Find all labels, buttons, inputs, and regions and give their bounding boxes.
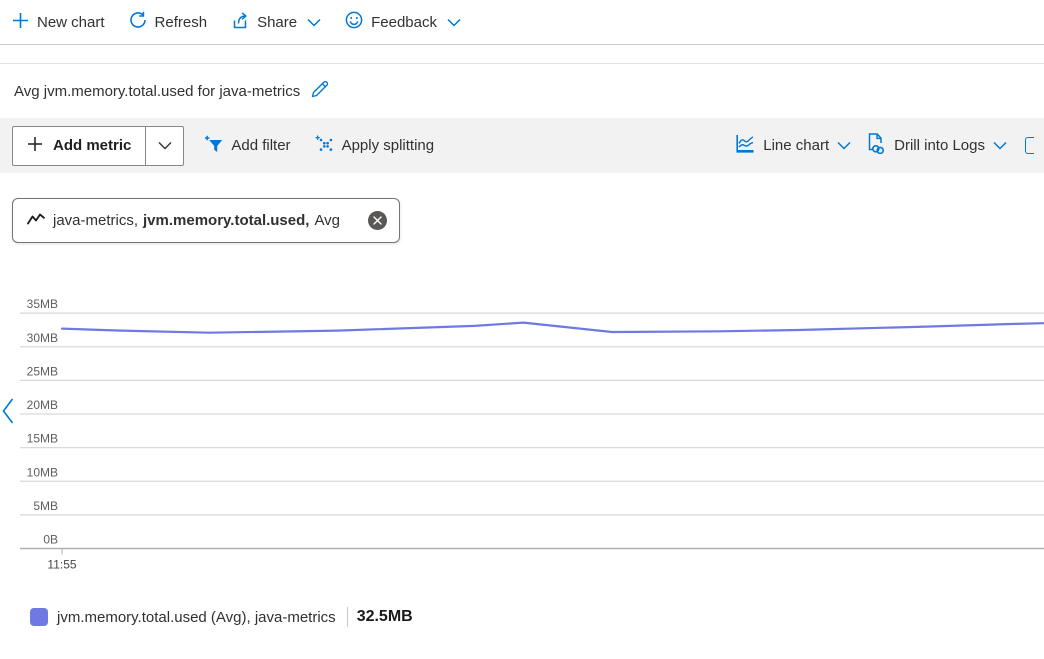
- add-metric-label: Add metric: [53, 137, 131, 154]
- smiley-icon: [345, 11, 363, 33]
- close-icon: [373, 213, 382, 228]
- svg-text:30MB: 30MB: [27, 331, 58, 345]
- drill-logs-icon: [867, 133, 886, 158]
- share-label: Share: [257, 14, 297, 31]
- new-chart-label: New chart: [37, 14, 105, 31]
- feedback-label: Feedback: [371, 14, 437, 31]
- share-button[interactable]: Share: [231, 12, 321, 33]
- refresh-label: Refresh: [155, 14, 208, 31]
- new-chart-button[interactable]: New chart: [12, 12, 105, 33]
- add-filter-label: Add filter: [231, 137, 290, 154]
- add-metric-dropdown[interactable]: [145, 127, 183, 165]
- feedback-button[interactable]: Feedback: [345, 11, 461, 33]
- share-icon: [231, 12, 249, 33]
- svg-text:35MB: 35MB: [27, 297, 58, 311]
- svg-text:25MB: 25MB: [27, 364, 58, 378]
- chart-type-label: Line chart: [763, 137, 829, 154]
- sparkline-icon: [27, 212, 45, 229]
- svg-text:15MB: 15MB: [27, 432, 58, 446]
- svg-text:0B: 0B: [43, 533, 58, 547]
- refresh-button[interactable]: Refresh: [129, 11, 208, 33]
- legend-value: 32.5MB: [357, 608, 413, 626]
- clipped-toolbar-icon[interactable]: [1025, 137, 1034, 154]
- chart-title-row: Avg jvm.memory.total.used for java-metri…: [0, 63, 1044, 118]
- metric-pill-text: java-metrics, jvm.memory.total.used, Avg: [53, 212, 340, 229]
- chart-type-selector[interactable]: Line chart: [735, 134, 851, 157]
- plus-icon: [12, 12, 29, 33]
- metrics-line-chart[interactable]: 35MB 30MB 25MB 20MB 15MB 10MB 5MB 0B 11:55: [0, 295, 1044, 585]
- metric-pill-metric: jvm.memory.total.used,: [143, 212, 309, 229]
- edit-pencil-icon[interactable]: [310, 79, 331, 103]
- svg-text:5MB: 5MB: [33, 499, 58, 513]
- add-metric-main[interactable]: Add metric: [13, 127, 145, 165]
- apply-splitting-button[interactable]: Apply splitting: [315, 135, 435, 156]
- drill-into-logs-label: Drill into Logs: [894, 137, 985, 154]
- chevron-down-icon: [158, 137, 172, 154]
- remove-metric-button[interactable]: [368, 211, 387, 230]
- chevron-down-icon: [993, 137, 1007, 154]
- apply-splitting-label: Apply splitting: [342, 137, 435, 154]
- chevron-down-icon: [447, 14, 461, 31]
- toolbar-right-group: Line chart Drill into Logs: [735, 133, 1034, 158]
- chevron-down-icon: [307, 14, 321, 31]
- command-bar: New chart Refresh Share Feedback: [0, 0, 1044, 45]
- add-metric-button: Add metric: [12, 126, 184, 166]
- metric-pill-resource: java-metrics,: [53, 212, 138, 229]
- drill-into-logs-button[interactable]: Drill into Logs: [867, 133, 1007, 158]
- metric-pill[interactable]: java-metrics, jvm.memory.total.used, Avg: [12, 198, 400, 243]
- add-filter-button[interactable]: Add filter: [204, 135, 290, 157]
- filter-add-icon: [204, 135, 223, 157]
- legend-swatch: [30, 608, 48, 626]
- metric-pill-aggregation: Avg: [314, 212, 340, 229]
- metric-toolbar: Add metric Add filter Apply splitting Li…: [0, 118, 1044, 173]
- chart-title: Avg jvm.memory.total.used for java-metri…: [14, 83, 300, 100]
- splitting-icon: [315, 135, 334, 156]
- chart-legend[interactable]: jvm.memory.total.used (Avg), java-metric…: [30, 604, 413, 630]
- line-chart-icon: [735, 134, 755, 157]
- chevron-down-icon: [837, 137, 851, 154]
- collapse-panel-chevron-icon[interactable]: [1, 397, 15, 429]
- refresh-icon: [129, 11, 147, 33]
- legend-label: jvm.memory.total.used (Avg), java-metric…: [57, 609, 336, 626]
- plus-icon: [27, 136, 43, 156]
- svg-text:11:55: 11:55: [47, 558, 76, 572]
- svg-text:10MB: 10MB: [27, 465, 58, 479]
- legend-divider: [347, 607, 348, 627]
- svg-text:20MB: 20MB: [27, 398, 58, 412]
